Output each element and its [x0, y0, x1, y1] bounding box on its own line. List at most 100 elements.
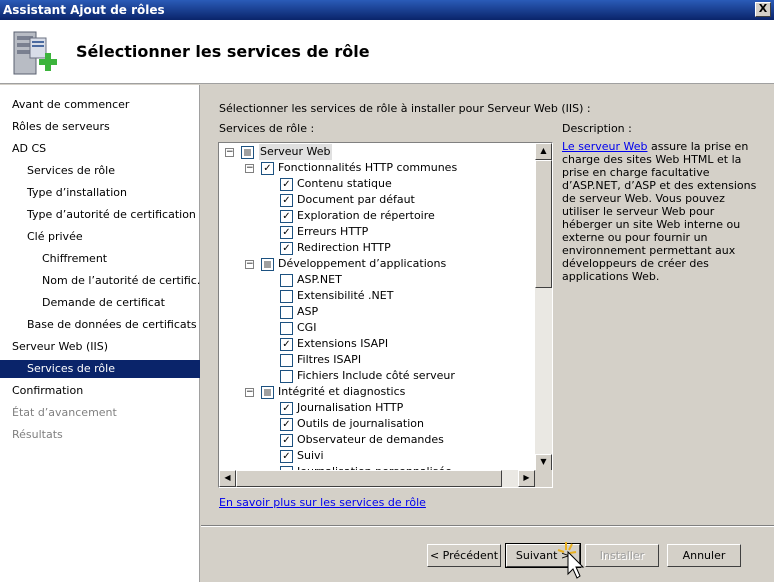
- scroll-down-icon[interactable]: ▼: [535, 454, 552, 471]
- tree-row[interactable]: ✓ Redirection HTTP: [219, 240, 535, 256]
- tree-row[interactable]: Fichiers Include côté serveur: [219, 368, 535, 384]
- collapse-icon[interactable]: −: [245, 164, 254, 173]
- install-button: Installer: [585, 544, 659, 567]
- step-resultats: Résultats: [12, 428, 63, 441]
- close-button[interactable]: X: [755, 2, 771, 17]
- tree-item-label: Document par défaut: [297, 193, 415, 206]
- step-ad-cs[interactable]: AD CS: [0, 140, 200, 158]
- step-avant-de-commencer[interactable]: Avant de commencer: [0, 96, 200, 114]
- tree-item-label: Journalisation HTTP: [297, 401, 404, 414]
- service-checkbox[interactable]: [280, 322, 293, 335]
- step-cle-privee[interactable]: Clé privée: [0, 228, 200, 246]
- service-checkbox[interactable]: ✓: [280, 210, 293, 223]
- tree-item-label: Filtres ISAPI: [297, 353, 362, 366]
- service-checkbox[interactable]: [261, 386, 274, 399]
- service-checkbox[interactable]: [241, 146, 254, 159]
- tree-item-label: ASP.NET: [297, 273, 342, 286]
- service-checkbox[interactable]: [261, 258, 274, 271]
- service-checkbox[interactable]: [280, 370, 293, 383]
- main-content: Sélectionner les services de rôle à inst…: [201, 85, 774, 582]
- description-link[interactable]: Le serveur Web: [562, 140, 647, 153]
- description-body: assure la prise en charge des sites Web …: [562, 140, 757, 283]
- step-confirmation[interactable]: Confirmation: [0, 382, 200, 400]
- tree-item-label: Fonctionnalités HTTP communes: [278, 161, 458, 174]
- tree-row[interactable]: ✓ Outils de journalisation: [219, 416, 535, 432]
- service-checkbox[interactable]: ✓: [280, 418, 293, 431]
- role-services-tree[interactable]: − Serveur Web − ✓ Fonctionnalités HTTP commu…: [218, 142, 553, 488]
- server-add-icon: [13, 31, 57, 75]
- previous-button[interactable]: < Précédent: [427, 544, 501, 567]
- service-checkbox[interactable]: ✓: [280, 450, 293, 463]
- horizontal-scrollbar[interactable]: ◀ ▶: [219, 470, 535, 487]
- tree-row[interactable]: ASP.NET: [219, 272, 535, 288]
- tree-item-label: Développement d’applications: [278, 257, 447, 270]
- tree-row[interactable]: ✓ Journalisation HTTP: [219, 400, 535, 416]
- tree-item-label: Fichiers Include côté serveur: [297, 369, 455, 382]
- collapse-icon[interactable]: −: [225, 148, 234, 157]
- service-checkbox[interactable]: ✓: [280, 194, 293, 207]
- tree-row[interactable]: − Serveur Web: [219, 144, 535, 160]
- tree-row[interactable]: ✓ Suivi: [219, 448, 535, 464]
- tree-row[interactable]: CGI: [219, 320, 535, 336]
- tree-item-label: Intégrité et diagnostics: [278, 385, 406, 398]
- step-type-autorite[interactable]: Type d’autorité de certification: [0, 206, 200, 224]
- learn-more-link[interactable]: En savoir plus sur les services de rôle: [219, 496, 426, 509]
- tree-row[interactable]: Extensibilité .NET: [219, 288, 535, 304]
- service-checkbox[interactable]: ✓: [280, 242, 293, 255]
- scroll-left-icon[interactable]: ◀: [219, 470, 236, 487]
- service-checkbox[interactable]: ✓: [261, 162, 274, 175]
- page-title: Sélectionner les services de rôle: [76, 42, 370, 61]
- title-bar: Assistant Ajout de rôles X: [0, 0, 774, 20]
- step-nom-autorite[interactable]: Nom de l’autorité de certific…: [0, 272, 200, 290]
- tree-row[interactable]: ✓ Observateur de demandes: [219, 432, 535, 448]
- scroll-up-icon[interactable]: ▲: [535, 143, 552, 160]
- tree-row[interactable]: ✓ Erreurs HTTP: [219, 224, 535, 240]
- tree-row[interactable]: ASP: [219, 304, 535, 320]
- tree-row[interactable]: − Intégrité et diagnostics: [219, 384, 535, 400]
- step-base-de-donnees[interactable]: Base de données de certificats: [0, 316, 200, 334]
- step-iis-services-de-role[interactable]: Services de rôle: [0, 360, 200, 378]
- service-checkbox[interactable]: [280, 306, 293, 319]
- tree-row[interactable]: ✓ Extensions ISAPI: [219, 336, 535, 352]
- step-serveur-web[interactable]: Serveur Web (IIS): [0, 338, 200, 356]
- scroll-thumb[interactable]: [535, 160, 552, 288]
- tree-item-label: Observateur de demandes: [297, 433, 444, 446]
- wizard-header: Sélectionner les services de rôle: [0, 20, 774, 84]
- button-separator: [201, 525, 774, 527]
- tree-row[interactable]: ✓ Document par défaut: [219, 192, 535, 208]
- step-ad-cs-services-de-role[interactable]: Services de rôle: [0, 162, 200, 180]
- tree-item-label: Exploration de répertoire: [297, 209, 435, 222]
- service-checkbox[interactable]: ✓: [280, 402, 293, 415]
- tree-item-label: Serveur Web: [259, 144, 332, 160]
- service-checkbox[interactable]: ✓: [280, 178, 293, 191]
- collapse-icon[interactable]: −: [245, 388, 254, 397]
- service-checkbox[interactable]: ✓: [280, 226, 293, 239]
- step-type-installation[interactable]: Type d’installation: [0, 184, 200, 202]
- vertical-scrollbar[interactable]: ▲ ▼: [535, 143, 552, 471]
- step-demande-certificat[interactable]: Demande de certificat: [0, 294, 200, 312]
- tree-viewport: − Serveur Web − ✓ Fonctionnalités HTTP commu…: [219, 143, 535, 471]
- tree-row[interactable]: − Développement d’applications: [219, 256, 535, 272]
- step-chiffrement[interactable]: Chiffrement: [0, 250, 200, 268]
- tree-row[interactable]: ✓ Exploration de répertoire: [219, 208, 535, 224]
- service-checkbox[interactable]: [280, 354, 293, 367]
- step-roles-de-serveurs[interactable]: Rôles de serveurs: [0, 118, 200, 136]
- tree-row[interactable]: ✓ Contenu statique: [219, 176, 535, 192]
- service-checkbox[interactable]: [280, 290, 293, 303]
- scroll-right-icon[interactable]: ▶: [518, 470, 535, 487]
- mouse-cursor-icon: [557, 542, 585, 579]
- description-label: Description :: [562, 122, 632, 135]
- tree-item-label: Extensibilité .NET: [297, 289, 394, 302]
- tree-item-label: Extensions ISAPI: [297, 337, 389, 350]
- tree-item-label: Suivi: [297, 449, 324, 462]
- tree-row[interactable]: Filtres ISAPI: [219, 352, 535, 368]
- service-checkbox[interactable]: ✓: [280, 338, 293, 351]
- service-checkbox[interactable]: [280, 274, 293, 287]
- tree-row[interactable]: − ✓ Fonctionnalités HTTP communes: [219, 160, 535, 176]
- collapse-icon[interactable]: −: [245, 260, 254, 269]
- cancel-button[interactable]: Annuler: [667, 544, 741, 567]
- hscroll-thumb[interactable]: [236, 470, 502, 487]
- service-checkbox[interactable]: ✓: [280, 434, 293, 447]
- tree-item-label: Outils de journalisation: [297, 417, 424, 430]
- wizard-steps-sidebar: Avant de commencer Rôles de serveurs AD …: [0, 85, 200, 582]
